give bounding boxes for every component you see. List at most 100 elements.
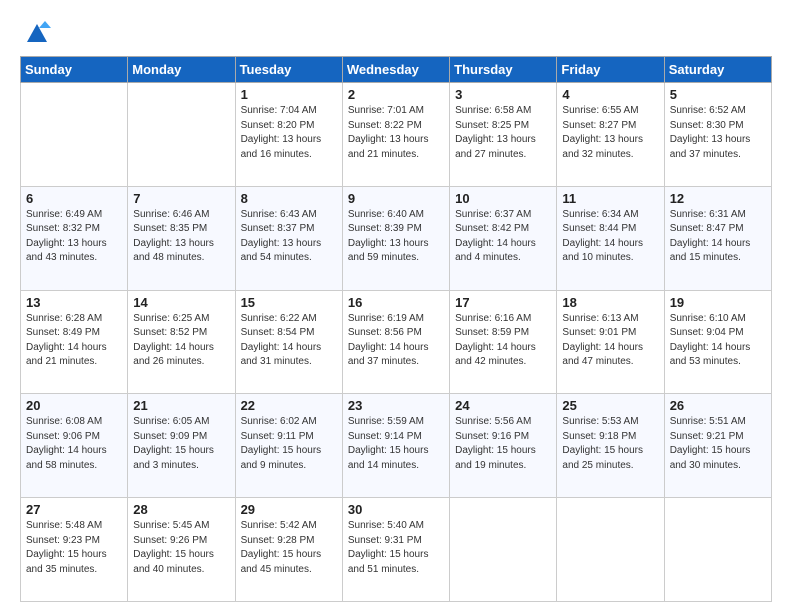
day-info: Sunrise: 6:49 AM Sunset: 8:32 PM Dayligh…	[26, 208, 122, 266]
day-info: Sunrise: 5:48 AM Sunset: 9:23 PM Dayligh…	[26, 519, 122, 577]
day-info: Sunrise: 6:58 AM Sunset: 8:25 PM Dayligh…	[455, 104, 551, 162]
calendar-cell	[128, 83, 235, 187]
day-number: 8	[241, 191, 337, 206]
day-info: Sunrise: 6:37 AM Sunset: 8:42 PM Dayligh…	[455, 208, 551, 266]
calendar-cell: 22Sunrise: 6:02 AM Sunset: 9:11 PM Dayli…	[235, 394, 342, 498]
day-header-monday: Monday	[128, 57, 235, 83]
calendar-cell	[557, 498, 664, 602]
calendar-cell: 2 Sunrise: 7:01 AM Sunset: 8:22 PM Daylig…	[342, 83, 449, 187]
logo	[20, 18, 51, 46]
calendar-cell: 9 Sunrise: 6:40 AM Sunset: 8:39 PM Daylig…	[342, 186, 449, 290]
header	[20, 18, 772, 46]
day-info: Sunrise: 6:08 AM Sunset: 9:06 PM Dayligh…	[26, 415, 122, 473]
day-info: Sunrise: 6:31 AM Sunset: 8:47 PM Dayligh…	[670, 208, 766, 266]
calendar-cell: 3 Sunrise: 6:58 AM Sunset: 8:25 PM Daylig…	[450, 83, 557, 187]
day-info: Sunrise: 5:51 AM Sunset: 9:21 PM Dayligh…	[670, 415, 766, 473]
day-info: Sunrise: 5:42 AM Sunset: 9:28 PM Dayligh…	[241, 519, 337, 577]
week-row-0: 1 Sunrise: 7:04 AM Sunset: 8:20 PM Daylig…	[21, 83, 772, 187]
day-number: 15	[241, 295, 337, 310]
calendar-cell: 23 Sunrise: 5:59 AM Sunset: 9:14 PM Dayli…	[342, 394, 449, 498]
calendar-cell: 18 Sunrise: 6:13 AM Sunset: 9:01 PM Dayli…	[557, 290, 664, 394]
day-number: 24	[455, 398, 551, 413]
calendar-cell: 8 Sunrise: 6:43 AM Sunset: 8:37 PM Daylig…	[235, 186, 342, 290]
calendar-cell: 11 Sunrise: 6:34 AM Sunset: 8:44 PM Dayli…	[557, 186, 664, 290]
calendar-cell	[450, 498, 557, 602]
day-info: Sunrise: 5:59 AM Sunset: 9:14 PM Dayligh…	[348, 415, 444, 473]
day-number: 14	[133, 295, 229, 310]
calendar-table: SundayMondayTuesdayWednesdayThursdayFrid…	[20, 56, 772, 602]
calendar-cell: 5Sunrise: 6:52 AM Sunset: 8:30 PM Daylig…	[664, 83, 771, 187]
day-info: Sunrise: 6:19 AM Sunset: 8:56 PM Dayligh…	[348, 312, 444, 370]
day-number: 12	[670, 191, 766, 206]
day-info: Sunrise: 6:34 AM Sunset: 8:44 PM Dayligh…	[562, 208, 658, 266]
day-number: 21	[133, 398, 229, 413]
calendar-cell: 29 Sunrise: 5:42 AM Sunset: 9:28 PM Dayli…	[235, 498, 342, 602]
day-number: 10	[455, 191, 551, 206]
calendar-cell: 13Sunrise: 6:28 AM Sunset: 8:49 PM Dayli…	[21, 290, 128, 394]
day-info: Sunrise: 6:22 AM Sunset: 8:54 PM Dayligh…	[241, 312, 337, 370]
day-header-thursday: Thursday	[450, 57, 557, 83]
day-number: 28	[133, 502, 229, 517]
day-number: 4	[562, 87, 658, 102]
calendar-cell: 28Sunrise: 5:45 AM Sunset: 9:26 PM Dayli…	[128, 498, 235, 602]
calendar-cell: 14 Sunrise: 6:25 AM Sunset: 8:52 PM Dayli…	[128, 290, 235, 394]
day-number: 29	[241, 502, 337, 517]
calendar-cell: 26 Sunrise: 5:51 AM Sunset: 9:21 PM Dayli…	[664, 394, 771, 498]
day-header-saturday: Saturday	[664, 57, 771, 83]
day-info: Sunrise: 6:40 AM Sunset: 8:39 PM Dayligh…	[348, 208, 444, 266]
day-info: Sunrise: 6:13 AM Sunset: 9:01 PM Dayligh…	[562, 312, 658, 370]
day-info: Sunrise: 6:05 AM Sunset: 9:09 PM Dayligh…	[133, 415, 229, 473]
day-info: Sunrise: 6:10 AM Sunset: 9:04 PM Dayligh…	[670, 312, 766, 370]
day-number: 9	[348, 191, 444, 206]
calendar-cell: 12 Sunrise: 6:31 AM Sunset: 8:47 PM Dayli…	[664, 186, 771, 290]
day-number: 27	[26, 502, 122, 517]
calendar-cell: 7 Sunrise: 6:46 AM Sunset: 8:35 PM Daylig…	[128, 186, 235, 290]
day-info: Sunrise: 6:28 AM Sunset: 8:49 PM Dayligh…	[26, 312, 122, 370]
calendar-cell	[664, 498, 771, 602]
day-number: 25	[562, 398, 658, 413]
day-info: Sunrise: 6:55 AM Sunset: 8:27 PM Dayligh…	[562, 104, 658, 162]
day-number: 19	[670, 295, 766, 310]
calendar-cell: 17 Sunrise: 6:16 AM Sunset: 8:59 PM Dayli…	[450, 290, 557, 394]
day-number: 30	[348, 502, 444, 517]
week-row-3: 20Sunrise: 6:08 AM Sunset: 9:06 PM Dayli…	[21, 394, 772, 498]
day-info: Sunrise: 6:52 AM Sunset: 8:30 PM Dayligh…	[670, 104, 766, 162]
day-info: Sunrise: 6:02 AM Sunset: 9:11 PM Dayligh…	[241, 415, 337, 473]
day-info: Sunrise: 5:40 AM Sunset: 9:31 PM Dayligh…	[348, 519, 444, 577]
day-info: Sunrise: 6:25 AM Sunset: 8:52 PM Dayligh…	[133, 312, 229, 370]
day-number: 17	[455, 295, 551, 310]
calendar-cell: 16 Sunrise: 6:19 AM Sunset: 8:56 PM Dayli…	[342, 290, 449, 394]
calendar-cell: 4 Sunrise: 6:55 AM Sunset: 8:27 PM Daylig…	[557, 83, 664, 187]
day-number: 7	[133, 191, 229, 206]
calendar-cell: 20Sunrise: 6:08 AM Sunset: 9:06 PM Dayli…	[21, 394, 128, 498]
day-number: 23	[348, 398, 444, 413]
day-number: 1	[241, 87, 337, 102]
calendar-cell: 30 Sunrise: 5:40 AM Sunset: 9:31 PM Dayli…	[342, 498, 449, 602]
day-number: 2	[348, 87, 444, 102]
day-info: Sunrise: 7:01 AM Sunset: 8:22 PM Dayligh…	[348, 104, 444, 162]
calendar-cell: 27 Sunrise: 5:48 AM Sunset: 9:23 PM Dayli…	[21, 498, 128, 602]
logo-icon	[23, 18, 51, 46]
week-row-2: 13Sunrise: 6:28 AM Sunset: 8:49 PM Dayli…	[21, 290, 772, 394]
day-number: 16	[348, 295, 444, 310]
calendar-cell: 1 Sunrise: 7:04 AM Sunset: 8:20 PM Daylig…	[235, 83, 342, 187]
day-number: 11	[562, 191, 658, 206]
calendar-cell: 19 Sunrise: 6:10 AM Sunset: 9:04 PM Dayli…	[664, 290, 771, 394]
day-number: 26	[670, 398, 766, 413]
week-row-4: 27 Sunrise: 5:48 AM Sunset: 9:23 PM Dayli…	[21, 498, 772, 602]
day-info: Sunrise: 7:04 AM Sunset: 8:20 PM Dayligh…	[241, 104, 337, 162]
day-info: Sunrise: 6:16 AM Sunset: 8:59 PM Dayligh…	[455, 312, 551, 370]
calendar-cell: 25Sunrise: 5:53 AM Sunset: 9:18 PM Dayli…	[557, 394, 664, 498]
day-info: Sunrise: 6:43 AM Sunset: 8:37 PM Dayligh…	[241, 208, 337, 266]
day-number: 18	[562, 295, 658, 310]
day-number: 6	[26, 191, 122, 206]
day-header-tuesday: Tuesday	[235, 57, 342, 83]
day-number: 3	[455, 87, 551, 102]
day-header-wednesday: Wednesday	[342, 57, 449, 83]
day-info: Sunrise: 5:56 AM Sunset: 9:16 PM Dayligh…	[455, 415, 551, 473]
calendar-cell: 21 Sunrise: 6:05 AM Sunset: 9:09 PM Dayli…	[128, 394, 235, 498]
day-header-friday: Friday	[557, 57, 664, 83]
day-info: Sunrise: 6:46 AM Sunset: 8:35 PM Dayligh…	[133, 208, 229, 266]
calendar-cell: 6 Sunrise: 6:49 AM Sunset: 8:32 PM Daylig…	[21, 186, 128, 290]
week-row-1: 6 Sunrise: 6:49 AM Sunset: 8:32 PM Daylig…	[21, 186, 772, 290]
